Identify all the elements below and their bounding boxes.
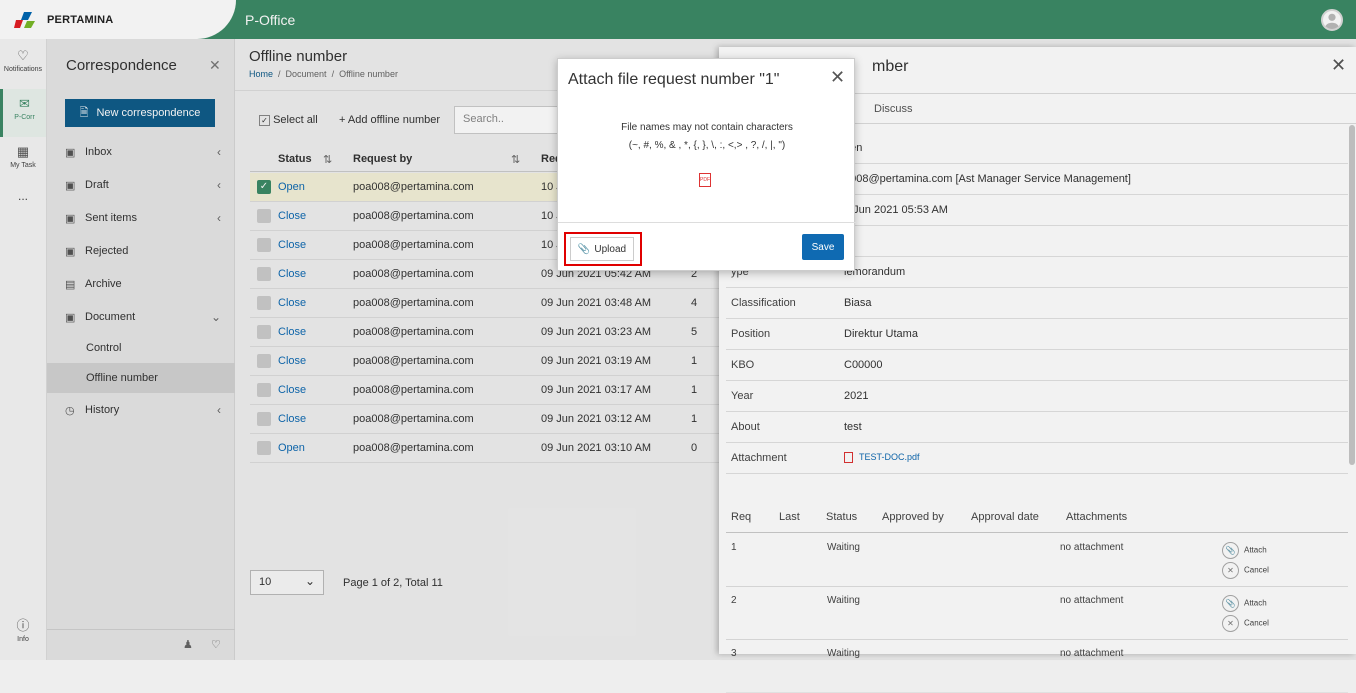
close-icon[interactable]: ✕ bbox=[830, 67, 845, 88]
paperclip-icon: 📎 bbox=[577, 243, 591, 255]
save-button[interactable]: Save bbox=[802, 234, 844, 260]
pdf-icon: PDF bbox=[699, 173, 711, 187]
upload-highlight: 📎 Upload bbox=[564, 232, 642, 266]
attach-file-modal: Attach file request number "1" ✕ File na… bbox=[557, 58, 856, 271]
modal-footer-divider bbox=[558, 222, 856, 223]
modal-title: Attach file request number "1" bbox=[568, 71, 780, 88]
upload-button[interactable]: 📎 Upload bbox=[570, 237, 634, 261]
filename-note: File names may not contain characters (~… bbox=[621, 122, 793, 151]
